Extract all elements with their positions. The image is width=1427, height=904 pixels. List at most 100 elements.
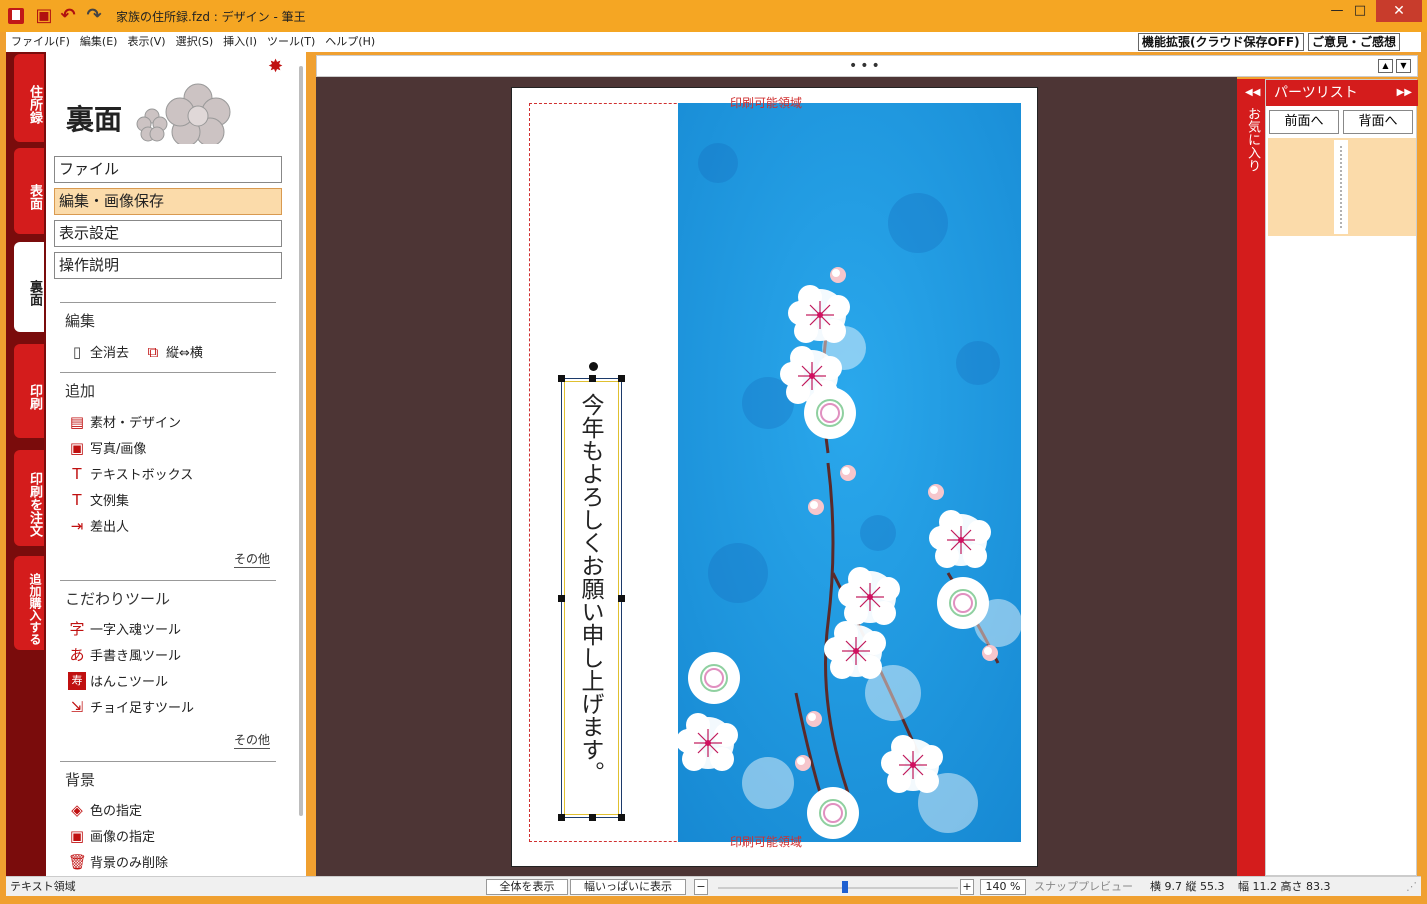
trash-icon: 🗑 [68,852,88,871]
tab-buy-more[interactable]: 追加購入する [14,556,44,650]
greeting-textbox[interactable]: 今年もよろしくお願い申し上げます。 [558,362,625,821]
scroll-up-arrow-icon[interactable]: ▲ [1378,59,1393,73]
postcard-paper[interactable]: 印刷可能領域 印刷可能領域 今年もよろしくお願い申し上げます。 [511,87,1038,867]
tool-item-label: はんこツール [90,675,169,690]
bg-image-button[interactable]: ▣ 画像の指定 [68,826,155,846]
undo-icon[interactable]: ↶ [58,6,78,26]
parts-list-item[interactable] [1268,138,1416,236]
tab-order-print[interactable]: 印刷を注文 [14,450,44,546]
add-sample-text-button[interactable]: T 文例集 [68,490,129,510]
rotate-orientation-button[interactable]: ⧉ 縦⇔横 [144,342,203,362]
display-settings-button[interactable]: 表示設定 [54,220,282,247]
add-item-label: 差出人 [90,520,130,535]
menu-view[interactable]: 表示(V) [122,32,170,52]
bg-item-label: 背景のみ削除 [90,856,169,871]
scrollbar-thumb[interactable] [299,66,303,816]
rotate-label: 縦⇔横 [166,346,203,361]
maximize-button[interactable]: □ [1345,0,1375,22]
show-all-button[interactable]: 全体を表示 [486,879,568,895]
menu-tools[interactable]: ツール(T) [262,32,320,52]
rotate-handle[interactable] [589,362,598,371]
single-char-tool-button[interactable]: 字一字入魂ツール [68,619,181,639]
app-logo-icon [8,8,24,24]
left-tab-bar: 住所録 表面 裏面 印刷 印刷を注文 追加購入する [6,52,46,876]
close-button[interactable]: ✕ [1376,0,1422,22]
stamp-tool-button[interactable]: 寿はんこツール [68,671,168,690]
menu-edit[interactable]: 編集(E) [75,32,123,52]
paint-bucket-icon: ◈ [71,800,83,819]
tab-address-book[interactable]: 住所録 [14,54,44,142]
handwriting-icon: あ [69,645,85,664]
tools-other-link[interactable]: その他 [234,731,271,749]
file-button[interactable]: ファイル [54,156,282,183]
menu-bar: ファイル(F) 編集(E) 表示(V) 選択(S) 挿入(I) ツール(T) ヘルプ(H) … [6,32,1421,52]
favorites-panel-tab[interactable]: ◀◀ お気に入り [1237,79,1265,876]
resize-handle[interactable] [558,375,565,382]
divider [60,302,276,303]
add-item-label: テキストボックス [90,468,194,483]
save-icon[interactable]: ▣ [34,6,54,26]
design-canvas[interactable]: 印刷可能領域 印刷可能領域 今年もよろしくお願い申し上げます。 [316,77,1237,876]
size-readout: 幅 11.2 高さ 83.3 [1238,880,1331,893]
fit-width-button[interactable]: 幅いっぱいに表示 [570,879,686,895]
bring-front-button[interactable]: 前面へ [1269,110,1339,134]
collapse-left-icon[interactable]: ◀◀ [1245,87,1260,98]
bg-delete-button[interactable]: 🗑 背景のみ削除 [68,852,169,872]
scroll-down-arrow-icon[interactable]: ▼ [1396,59,1411,73]
clear-all-label: 全消去 [90,346,130,361]
resize-handle[interactable] [618,595,625,602]
plum-blossom-image[interactable] [678,103,1021,842]
tool-item-label: 手書き風ツール [90,649,182,664]
add-little-tool-button[interactable]: ⇲ チョイ足すツール [68,697,194,717]
add-other-link[interactable]: その他 [234,550,271,568]
clear-all-button[interactable]: ▯ 全消去 [68,342,130,362]
more-icon[interactable]: ••• [849,58,883,74]
resize-handle[interactable] [589,814,596,821]
resize-handle[interactable] [589,375,596,382]
redo-icon[interactable]: ↷ [84,6,104,26]
add-textbox-button[interactable]: T テキストボックス [68,464,194,484]
expand-right-icon[interactable]: ▶▶ [1397,80,1412,106]
menu-help[interactable]: ヘルプ(H) [320,32,380,52]
edit-save-image-button[interactable]: 編集・画像保存 [54,188,282,215]
side-panel-scrollbar[interactable] [294,52,306,876]
add-material-button[interactable]: ▤ 素材・デザイン [68,412,181,432]
feedback-button[interactable]: ご意見・ご感想 [1308,33,1401,51]
resize-grip-icon[interactable]: ⋰ [1406,879,1417,895]
add-item-label: 写真/画像 [90,442,147,457]
add-sender-button[interactable]: ⇥ 差出人 [68,516,130,536]
part-thumbnail [1334,140,1348,234]
tab-back[interactable]: 裏面 [14,242,44,332]
gear-icon[interactable]: ✸ [268,56,283,77]
zoom-in-button[interactable]: + [960,879,974,895]
snap-toggle[interactable]: スナップ [1034,879,1078,895]
menu-file[interactable]: ファイル(F) [6,32,75,52]
add-photo-button[interactable]: ▣ 写真/画像 [68,438,147,458]
zoom-slider-track[interactable] [718,887,958,889]
resize-handle[interactable] [618,375,625,382]
greeting-text[interactable]: 今年もよろしくお願い申し上げます。 [574,393,606,784]
sample-text-icon: T [72,490,82,509]
page-title: 裏面 [66,103,123,136]
resize-handle[interactable] [558,814,565,821]
divider [60,372,276,373]
menu-insert[interactable]: 挿入(I) [218,32,262,52]
edit-heading: 編集 [65,312,96,330]
preview-toggle[interactable]: プレビュー [1078,879,1133,895]
resize-handle[interactable] [618,814,625,821]
menu-select[interactable]: 選択(S) [171,32,219,52]
zoom-level[interactable]: 140 % [980,879,1026,895]
send-back-button[interactable]: 背面へ [1343,110,1413,134]
zoom-out-button[interactable]: − [694,879,708,895]
bg-item-label: 色の指定 [90,804,143,819]
side-panel: ✸ 裏面 ファイル 編集・画像保存 表示設定 操作説明 編集 ▯ 全消去 ⧉ 縦⇔横… [46,52,294,876]
tab-print[interactable]: 印刷 [14,344,44,438]
instructions-button[interactable]: 操作説明 [54,252,282,279]
print-area-label-top: 印刷可能領域 [730,96,803,110]
resize-handle[interactable] [558,595,565,602]
feature-extension-button[interactable]: 機能拡張(クラウド保存OFF) [1138,33,1304,51]
zoom-slider-thumb[interactable] [842,881,848,893]
handwriting-tool-button[interactable]: あ手書き風ツール [68,645,182,665]
bg-color-button[interactable]: ◈ 色の指定 [68,800,143,820]
tab-front[interactable]: 表面 [14,148,44,234]
